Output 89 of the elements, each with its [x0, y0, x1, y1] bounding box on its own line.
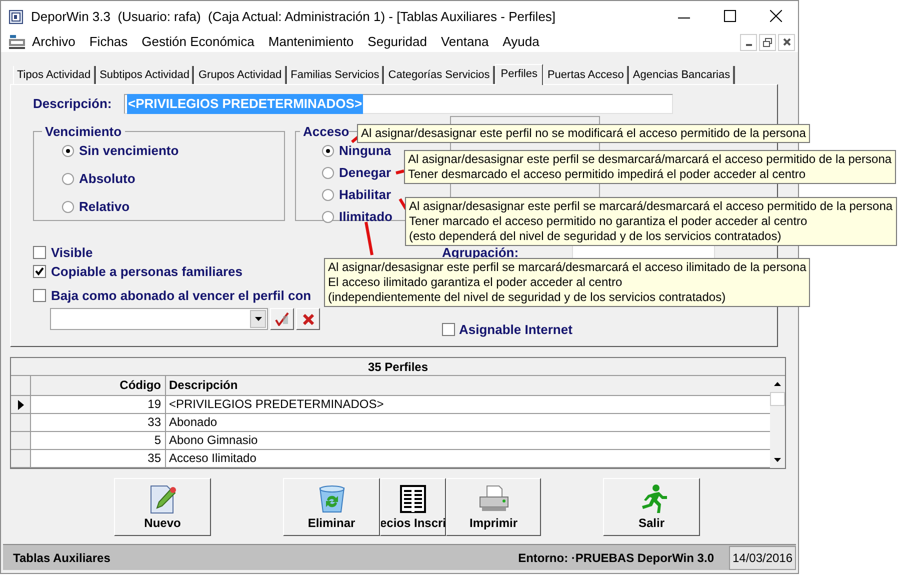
tooltip: Al asignar/desasignar este perfil se marcará/desmarcará el acceso permitido de la persona Tener marcado el acceso permitido no garantiza el poder acceder al centro (esto dependerá del nivel de seguridad y de los servicios contratados) — [405, 197, 897, 246]
table-cell-text: Abono Gimnasio — [168, 432, 259, 449]
group-title: Acceso — [302, 123, 350, 141]
toolbar-button[interactable]: Salir — [603, 478, 700, 536]
tab[interactable]: Puertas Acceso — [543, 66, 629, 84]
tooltip: Al asignar/desasignar este perfil no se modificará el acceso permitido de la persona — [357, 124, 810, 143]
document-pencil-icon — [148, 484, 176, 514]
app-icon — [9, 10, 23, 24]
table-cell: 33 — [31, 414, 166, 431]
group-title: Vencimiento — [44, 123, 123, 141]
radio-button[interactable] — [322, 210, 334, 222]
minimize-icon — [746, 44, 752, 46]
leader-line — [396, 170, 404, 174]
leader-line — [398, 198, 408, 210]
menu-item[interactable]: Ayuda — [502, 32, 540, 52]
checkbox[interactable] — [442, 323, 455, 336]
column-header[interactable]: Código — [31, 376, 166, 395]
checkbox-label: Visible — [51, 244, 93, 262]
striped-document-icon — [399, 484, 427, 514]
close-icon[interactable] — [770, 10, 782, 22]
radio-button[interactable] — [322, 188, 334, 200]
tab[interactable]: Categorías Servicios — [384, 66, 495, 84]
menu-item[interactable]: Seguridad — [368, 32, 427, 52]
toolbar-button[interactable]: Nuevo — [114, 478, 211, 536]
checkbox-label: Baja como abonado al vencer el perfil con — [51, 286, 312, 305]
tooltip: Al asignar/desasignar este perfil se desmarcará/marcará el acceso permitido de la persona Tener desmarcado el acceso permitido impedirá el poder acceder al centro — [404, 150, 896, 184]
tab[interactable]: Perfiles — [494, 64, 544, 85]
printer-icon — [478, 484, 510, 514]
radio-label: Absoluto — [79, 170, 136, 188]
dropdown-field[interactable] — [50, 308, 268, 330]
table-cell-text: Acceso Ilimitado — [168, 450, 258, 467]
restore-icon — [763, 38, 772, 46]
clear-button[interactable] — [296, 308, 320, 330]
menu-item[interactable]: Mantenimiento — [268, 32, 354, 52]
menu-item[interactable]: Ventana — [440, 32, 489, 52]
dropdown-button[interactable] — [250, 310, 266, 328]
tab[interactable]: Grupos Actividad — [194, 66, 287, 84]
radio-button[interactable] — [322, 144, 334, 156]
radio-label: Relativo — [79, 198, 130, 216]
grid-title: 35 Perfiles — [11, 358, 785, 376]
radio-button[interactable] — [62, 172, 74, 184]
tab[interactable]: Subtipos Actividad — [96, 66, 194, 84]
tooltip: Al asignar/desasignar este perfil se marcará/desmarcará el acceso ilimitado de la persona El acceso ilimitado garantiza el poder acceder al centro (independientemente del nivel de seguridad y de los servicios contratados) — [324, 258, 810, 307]
tab[interactable]: Agencias Bancarias — [628, 66, 736, 84]
toolbar-button[interactable]: Eliminar — [283, 478, 380, 536]
tab[interactable]: Familias Servicios — [286, 66, 384, 84]
restore-button[interactable] — [759, 34, 776, 50]
caret-icon — [254, 317, 262, 321]
checkbox-label: Copiable a personas familiares — [51, 262, 242, 281]
table-cell: 35 — [31, 450, 166, 467]
radio-label: Sin vencimiento — [79, 142, 179, 160]
search-button[interactable] — [270, 308, 294, 330]
row-header[interactable] — [11, 396, 31, 413]
window-title: DeporWin 3.3 (Usuario: rafa) (Caja Actual: Administración 1) - [Tablas Auxiliares - Perfiles] — [31, 8, 556, 26]
radio-button[interactable] — [62, 200, 74, 212]
leader-line — [364, 222, 374, 256]
minimize-button[interactable] — [740, 34, 757, 50]
checkbox[interactable] — [33, 265, 46, 278]
table-cell-text: Abonado — [168, 414, 218, 431]
radio-button[interactable] — [62, 144, 74, 156]
close-button[interactable] — [778, 34, 795, 50]
checkbox-label: Asignable Internet — [459, 321, 572, 339]
checkbox[interactable] — [33, 289, 46, 302]
status-date: 14/03/2016 — [729, 546, 796, 570]
radio-label: Denegar — [339, 164, 392, 182]
table-cell: 19 — [31, 396, 166, 413]
row-pointer-icon — [18, 400, 24, 410]
close-icon — [782, 38, 790, 46]
recycle-bin-icon — [316, 484, 346, 514]
document-icon — [9, 35, 25, 49]
cross-icon — [302, 314, 314, 324]
toolbar-button[interactable]: Imprimir — [446, 478, 541, 536]
radio-label: Ninguna — [339, 142, 391, 160]
menu-item[interactable]: Archivo — [32, 32, 76, 52]
description-label: Descripción: — [33, 95, 113, 114]
scrollbar-thumb[interactable] — [770, 392, 785, 406]
maximize-icon[interactable] — [724, 10, 736, 22]
table-cell: 5 — [31, 432, 166, 449]
radio-label: Habilitar — [339, 186, 392, 204]
status-environment: Entorno: ·PRUEBAS DeporWin 3.0 — [518, 550, 714, 566]
menu-item[interactable]: Fichas — [89, 32, 128, 52]
radio-label: Ilimitado — [339, 208, 392, 226]
menu-item[interactable]: Gestión Económica — [142, 32, 254, 52]
column-header[interactable]: Descripción — [166, 376, 770, 395]
radio-button[interactable] — [322, 166, 334, 178]
tab[interactable]: Tipos Actividad — [13, 66, 96, 84]
table-cell-text: <PRIVILEGIOS PREDETERMINADOS> — [168, 396, 385, 413]
checkbox[interactable] — [33, 246, 46, 259]
status-section: Tablas Auxiliares — [13, 548, 110, 566]
